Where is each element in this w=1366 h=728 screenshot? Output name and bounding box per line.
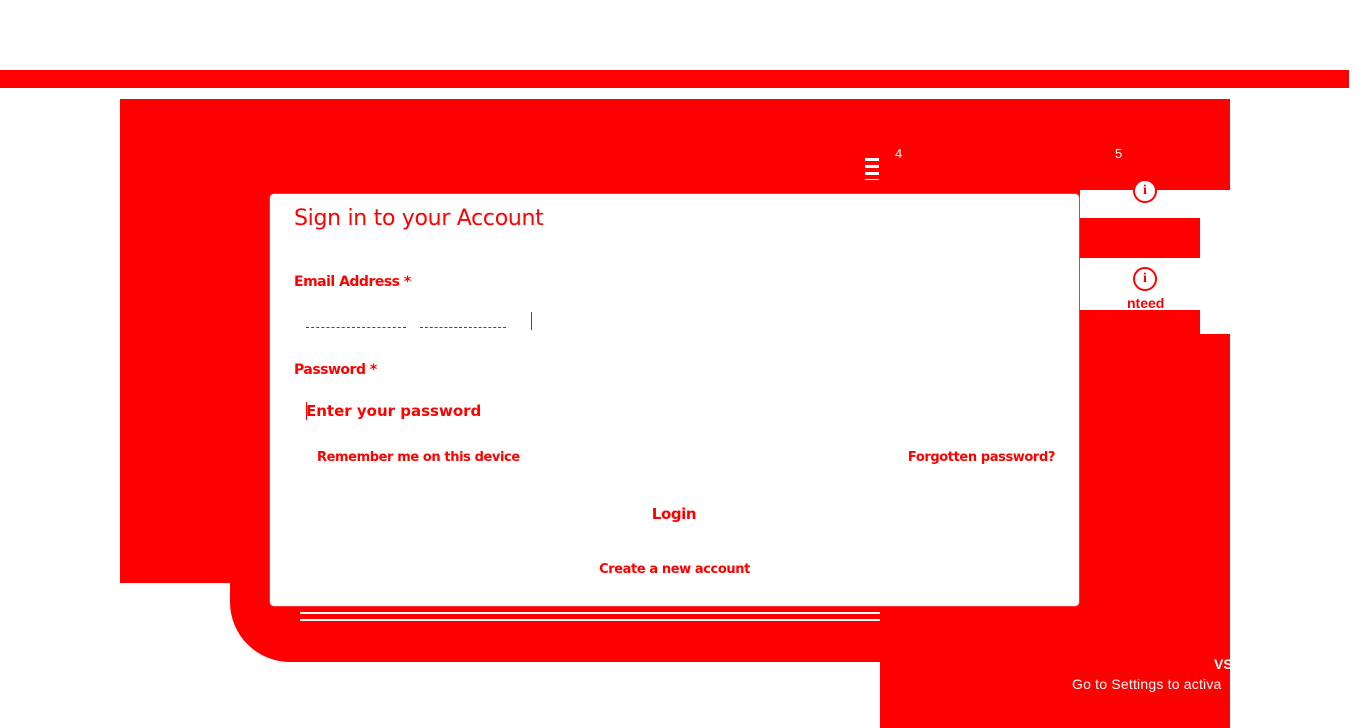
background-number: 5 bbox=[1115, 146, 1123, 161]
modal-title: Sign in to your Account bbox=[294, 206, 544, 231]
create-account-link[interactable]: Create a new account bbox=[270, 562, 1079, 577]
password-label: Password * bbox=[294, 362, 377, 378]
background-divider-lines bbox=[300, 605, 880, 625]
password-field[interactable] bbox=[294, 396, 1054, 426]
background-number: 4 bbox=[895, 146, 903, 161]
login-modal: Sign in to your Account Email Address * … bbox=[270, 194, 1079, 606]
login-button[interactable]: Login bbox=[294, 494, 1054, 534]
text-caret bbox=[531, 312, 532, 330]
info-icon: i bbox=[1133, 267, 1157, 291]
email-field[interactable] bbox=[294, 306, 1054, 340]
remember-me-checkbox[interactable]: Remember me on this device bbox=[317, 450, 520, 465]
background-info-label: nteed bbox=[1127, 295, 1165, 311]
email-label: Email Address * bbox=[294, 274, 411, 290]
background-side-tab bbox=[1200, 310, 1230, 334]
background-header-bar bbox=[0, 70, 1349, 88]
text-caret bbox=[306, 402, 307, 420]
windows-activation-text: Go to Settings to activa bbox=[1072, 676, 1222, 692]
forgot-password-link[interactable]: Forgotten password? bbox=[908, 450, 1056, 465]
windows-activation-heading: VS bbox=[1214, 656, 1233, 672]
info-icon: i bbox=[1133, 179, 1157, 203]
email-value-masked bbox=[306, 321, 506, 328]
background-menu-lines bbox=[865, 158, 879, 180]
background-side-tab bbox=[1200, 218, 1230, 258]
